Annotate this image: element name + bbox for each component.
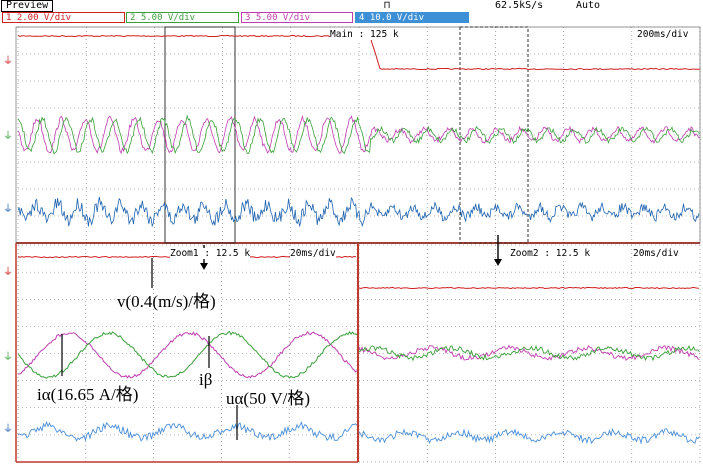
zoom1-ch4-trace [17,420,358,442]
ground-marker-icon: ⏚ [3,423,13,435]
zoom1-arrow-head [200,263,208,270]
ground-marker-icon: ⏚ [3,55,13,67]
ground-marker-icon: ⏚ [3,130,13,142]
i-beta-annotation: iβ [199,370,213,389]
u-alpha-annotation: uα(50 V/格) [226,389,310,408]
ground-marker-icon: ⏚ [3,203,13,215]
main-record-label: Main : 125 k [330,29,399,40]
ground-marker-icon: ⏚ [3,351,13,363]
i-alpha-annotation: iα(16.65 A/格) [37,385,139,404]
velocity-annotation: v(0.4(m/s)/格) [117,292,216,311]
ground-marker-icon: ⏚ [3,266,13,278]
main-ch1-trace [17,34,701,71]
zoom2-ch4-trace [358,427,700,445]
zoom1-timebase: 20ms/div [290,248,336,259]
zoom2-arrow-head [494,259,502,266]
zoom1-record-label: Zoom1 : 12.5 k [170,248,251,259]
main-timebase: 200ms/div [637,29,689,40]
zoom2-ch1-trace [358,286,700,290]
zoom2-record-label: Zoom2 : 12.5 k [510,248,591,259]
zoom1-ch2-trace [17,330,358,379]
zoom2-timebase: 20ms/div [633,248,679,259]
main-ch4-trace [17,196,700,228]
